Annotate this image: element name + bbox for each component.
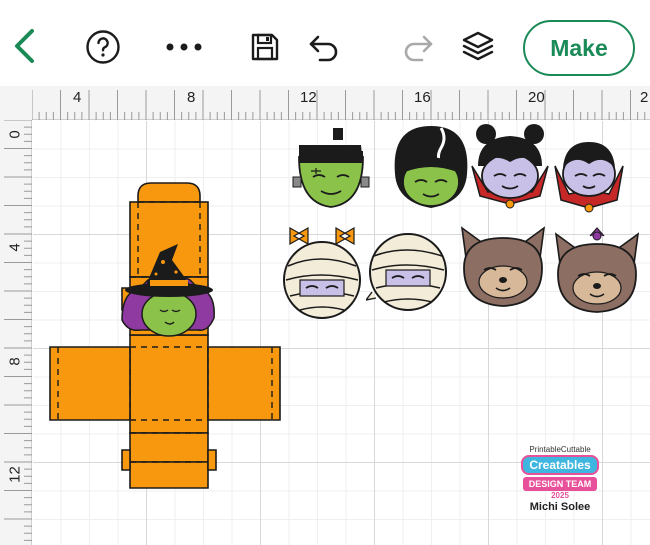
help-button[interactable] (84, 28, 122, 66)
badge-logo-text: Creatables (521, 455, 599, 475)
top-ruler (0, 86, 650, 120)
ruler-label-v8: 8 (6, 357, 24, 366)
bride-face[interactable] (391, 122, 471, 214)
badge-brand-text: PrintableCuttable (529, 445, 591, 454)
make-button[interactable]: Make (523, 20, 635, 76)
ruler-label-12: 12 (300, 89, 317, 106)
top-ruler-ticks (31, 90, 646, 120)
design-team-badge: PrintableCuttable Creatables DESIGN TEAM… (515, 445, 605, 525)
redo-button[interactable] (398, 29, 438, 65)
layers-icon (462, 31, 494, 61)
help-icon (86, 30, 120, 64)
save-icon (251, 33, 279, 61)
ruler-label-v0: 0 (6, 130, 24, 139)
frankenstein-face[interactable] (291, 125, 371, 215)
ruler-label-16: 16 (414, 89, 431, 106)
mummy-face[interactable] (366, 226, 450, 318)
witch-box-template[interactable] (48, 180, 284, 492)
back-arrow-icon (15, 29, 34, 63)
toolbar: Make (0, 0, 650, 96)
ruler-label-v12: 12 (6, 466, 24, 483)
undo-button[interactable] (304, 29, 344, 65)
more-button[interactable] (162, 30, 206, 64)
badge-ribbon-text: DESIGN TEAM (522, 477, 598, 491)
werewolf-face[interactable] (458, 224, 548, 310)
layers-button[interactable] (458, 27, 498, 67)
ruler-label-8: 8 (187, 89, 196, 106)
ruler-label-v4: 4 (6, 243, 24, 252)
vampire-girl-face[interactable] (470, 122, 550, 214)
redo-icon (404, 35, 433, 62)
badge-year: 2025 (551, 491, 569, 500)
badge-designer-name: Michi Solee (529, 501, 591, 513)
undo-icon (309, 35, 338, 62)
back-button[interactable] (6, 26, 42, 66)
ruler-label-20: 20 (528, 89, 545, 106)
save-button[interactable] (247, 28, 283, 66)
mummy-girl-face[interactable] (280, 222, 364, 322)
ruler-label-4: 4 (73, 89, 82, 106)
ruler-label-24: 2 (640, 89, 649, 106)
more-icon (166, 43, 202, 51)
werewolf-girl-face[interactable] (552, 222, 642, 316)
vampire-face[interactable] (553, 136, 625, 216)
ruler-corner (0, 86, 32, 120)
